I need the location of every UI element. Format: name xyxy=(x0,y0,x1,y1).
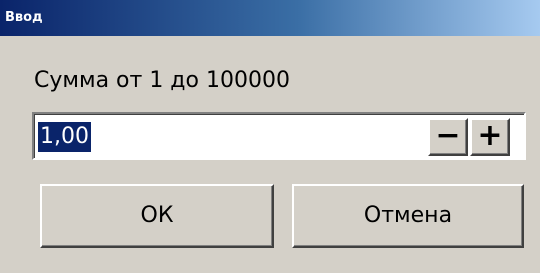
decrement-button[interactable]: − xyxy=(428,118,468,156)
title-bar[interactable]: Ввод xyxy=(0,0,540,36)
cancel-button[interactable]: Отмена xyxy=(292,184,524,248)
ok-button[interactable]: ОК xyxy=(40,184,274,248)
range-prompt-label: Сумма от 1 до 100000 xyxy=(34,68,290,93)
increment-button[interactable]: + xyxy=(470,118,510,156)
amount-input-value[interactable]: 1,00 xyxy=(38,122,91,152)
window-title: Ввод xyxy=(5,10,43,25)
input-dialog: Ввод Сумма от 1 до 100000 1,00 − + ОК От… xyxy=(0,0,540,273)
